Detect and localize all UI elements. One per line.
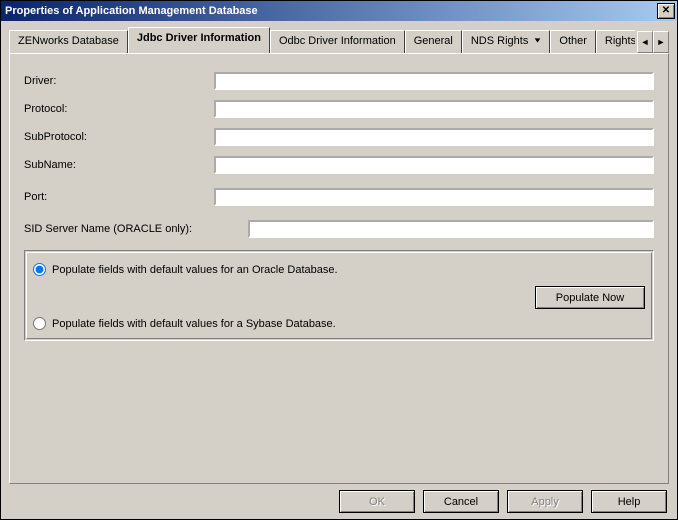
tab-odbc-driver-information[interactable]: Odbc Driver Information [270, 30, 405, 53]
driver-label: Driver: [24, 75, 214, 87]
driver-input[interactable] [214, 72, 654, 90]
tab-strip: ZENworks Database Jdbc Driver Informatio… [9, 27, 635, 53]
form-row-driver: Driver: [24, 72, 654, 90]
titlebar: Properties of Application Management Dat… [1, 1, 677, 21]
sybase-radio[interactable] [33, 317, 46, 330]
form-row-subname: SubName: [24, 156, 654, 174]
form-row-sid: SID Server Name (ORACLE only): [24, 220, 654, 238]
ok-button[interactable]: OK [339, 490, 415, 513]
tab-zenworks-database[interactable]: ZENworks Database [9, 30, 128, 53]
tab-label: General [414, 35, 453, 47]
help-button[interactable]: Help [591, 490, 667, 513]
tab-label: NDS Rights [471, 35, 528, 47]
tab-label: Other [559, 35, 587, 47]
window-title: Properties of Application Management Dat… [5, 5, 258, 17]
tab-nds-rights[interactable]: NDS Rights [462, 30, 551, 53]
cancel-button[interactable]: Cancel [423, 490, 499, 513]
chevron-left-icon: ◄ [641, 37, 650, 47]
tab-jdbc-driver-information[interactable]: Jdbc Driver Information [128, 27, 270, 53]
tab-scroll-nav: ◄ ► [637, 31, 669, 53]
sybase-radio-label: Populate fields with default values for … [52, 318, 336, 330]
protocol-input[interactable] [214, 100, 654, 118]
subprotocol-input[interactable] [214, 128, 654, 146]
oracle-radio[interactable] [33, 263, 46, 276]
form-row-subprotocol: SubProtocol: [24, 128, 654, 146]
sid-input[interactable] [248, 220, 654, 238]
properties-window: Properties of Application Management Dat… [0, 0, 678, 520]
subname-label: SubName: [24, 159, 214, 171]
port-input[interactable] [214, 188, 654, 206]
radio-row-sybase: Populate fields with default values for … [33, 317, 645, 330]
close-button[interactable]: ✕ [657, 3, 675, 19]
subprotocol-label: SubProtocol: [24, 131, 214, 143]
populate-now-button[interactable]: Populate Now [535, 286, 645, 309]
tab-label: Rights to [605, 35, 635, 47]
populate-groupbox: Populate fields with default values for … [24, 250, 654, 341]
subname-input[interactable] [214, 156, 654, 174]
tabs-row: ZENworks Database Jdbc Driver Informatio… [9, 29, 669, 53]
tab-label: ZENworks Database [18, 35, 119, 47]
form-row-protocol: Protocol: [24, 100, 654, 118]
close-icon: ✕ [662, 6, 670, 16]
dropdown-arrow-icon [534, 35, 541, 47]
port-label: Port: [24, 191, 214, 203]
protocol-label: Protocol: [24, 103, 214, 115]
radio-row-oracle: Populate fields with default values for … [33, 263, 645, 276]
tab-panel: Driver: Protocol: SubProtocol: SubName: … [9, 53, 669, 484]
tab-label: Odbc Driver Information [279, 35, 396, 47]
populate-row: Populate Now [33, 286, 645, 309]
tab-scroll-right-button[interactable]: ► [653, 31, 669, 53]
client-area: ZENworks Database Jdbc Driver Informatio… [1, 21, 677, 519]
apply-button[interactable]: Apply [507, 490, 583, 513]
chevron-right-icon: ► [657, 37, 666, 47]
tab-other[interactable]: Other [550, 30, 596, 53]
tab-rights-to[interactable]: Rights to [596, 30, 635, 53]
tab-scroll-left-button[interactable]: ◄ [637, 31, 653, 53]
tab-general[interactable]: General [405, 30, 462, 53]
oracle-radio-label: Populate fields with default values for … [52, 264, 338, 276]
sid-label: SID Server Name (ORACLE only): [24, 223, 248, 235]
form-row-port: Port: [24, 188, 654, 206]
tab-label: Jdbc Driver Information [137, 32, 261, 44]
dialog-button-bar: OK Cancel Apply Help [9, 484, 669, 513]
